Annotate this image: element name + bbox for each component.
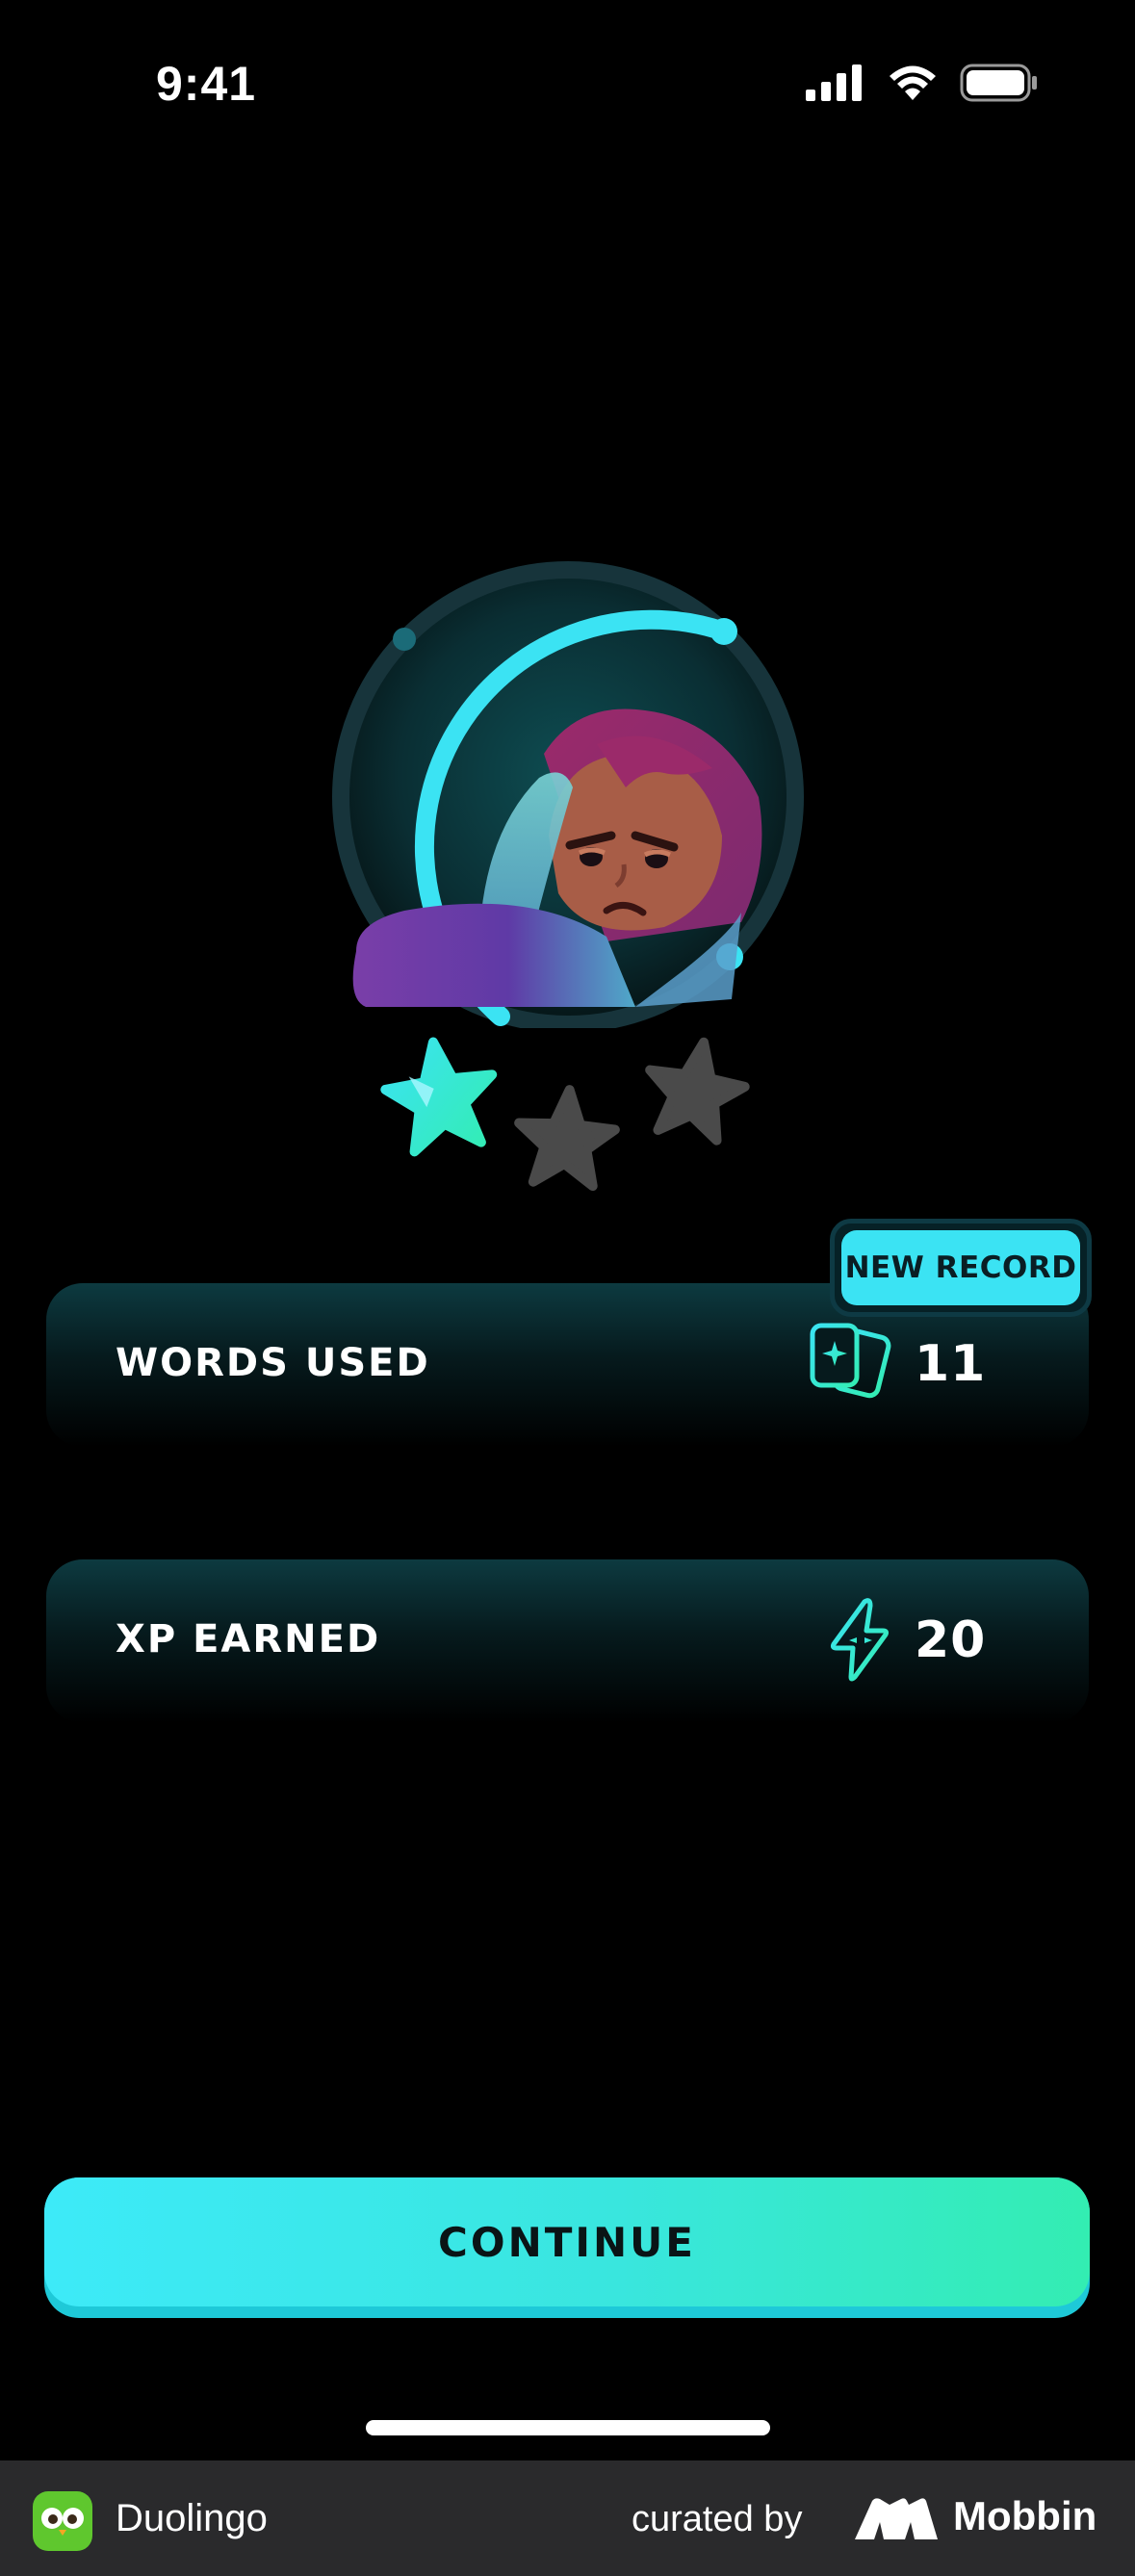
xp-earned-card: XP EARNED 20 (46, 1559, 1089, 1723)
footer-curated-by: curated by (632, 2499, 803, 2539)
continue-button[interactable]: CONTINUE (44, 2177, 1090, 2306)
star-rating (380, 1037, 750, 1192)
star-earned-icon (380, 1037, 498, 1157)
flashcards-icon (810, 1323, 891, 1399)
mobbin-logo-icon (855, 2498, 938, 2539)
footer-app-name: Duolingo (116, 2497, 268, 2539)
words-used-label: WORDS USED (116, 1341, 430, 1385)
lightning-bolt-icon (830, 1598, 890, 1682)
owl-face-icon (41, 2508, 84, 2536)
cellular-signal-icon (806, 64, 862, 101)
star-empty-icon (514, 1085, 620, 1192)
xp-earned-value: 20 (915, 1611, 987, 1669)
footer-brand: Mobbin (953, 2493, 1097, 2538)
words-used-value: 11 (915, 1335, 987, 1393)
footer-bar: Duolingo curated by Mobbin (0, 2460, 1135, 2576)
xp-earned-label: XP EARNED (116, 1617, 381, 1662)
status-bar: 9:41 (0, 0, 1135, 168)
new-record-label: NEW RECORD (841, 1230, 1080, 1305)
battery-icon (960, 64, 1037, 102)
star-empty-icon (645, 1037, 750, 1146)
home-indicator (366, 2420, 770, 2435)
status-time: 9:41 (156, 57, 257, 111)
duolingo-app-icon (33, 2491, 92, 2551)
wifi-icon (890, 65, 936, 100)
sad-character-illustration (332, 561, 804, 1028)
status-icons (806, 64, 1039, 102)
new-record-badge: NEW RECORD (830, 1219, 1092, 1317)
